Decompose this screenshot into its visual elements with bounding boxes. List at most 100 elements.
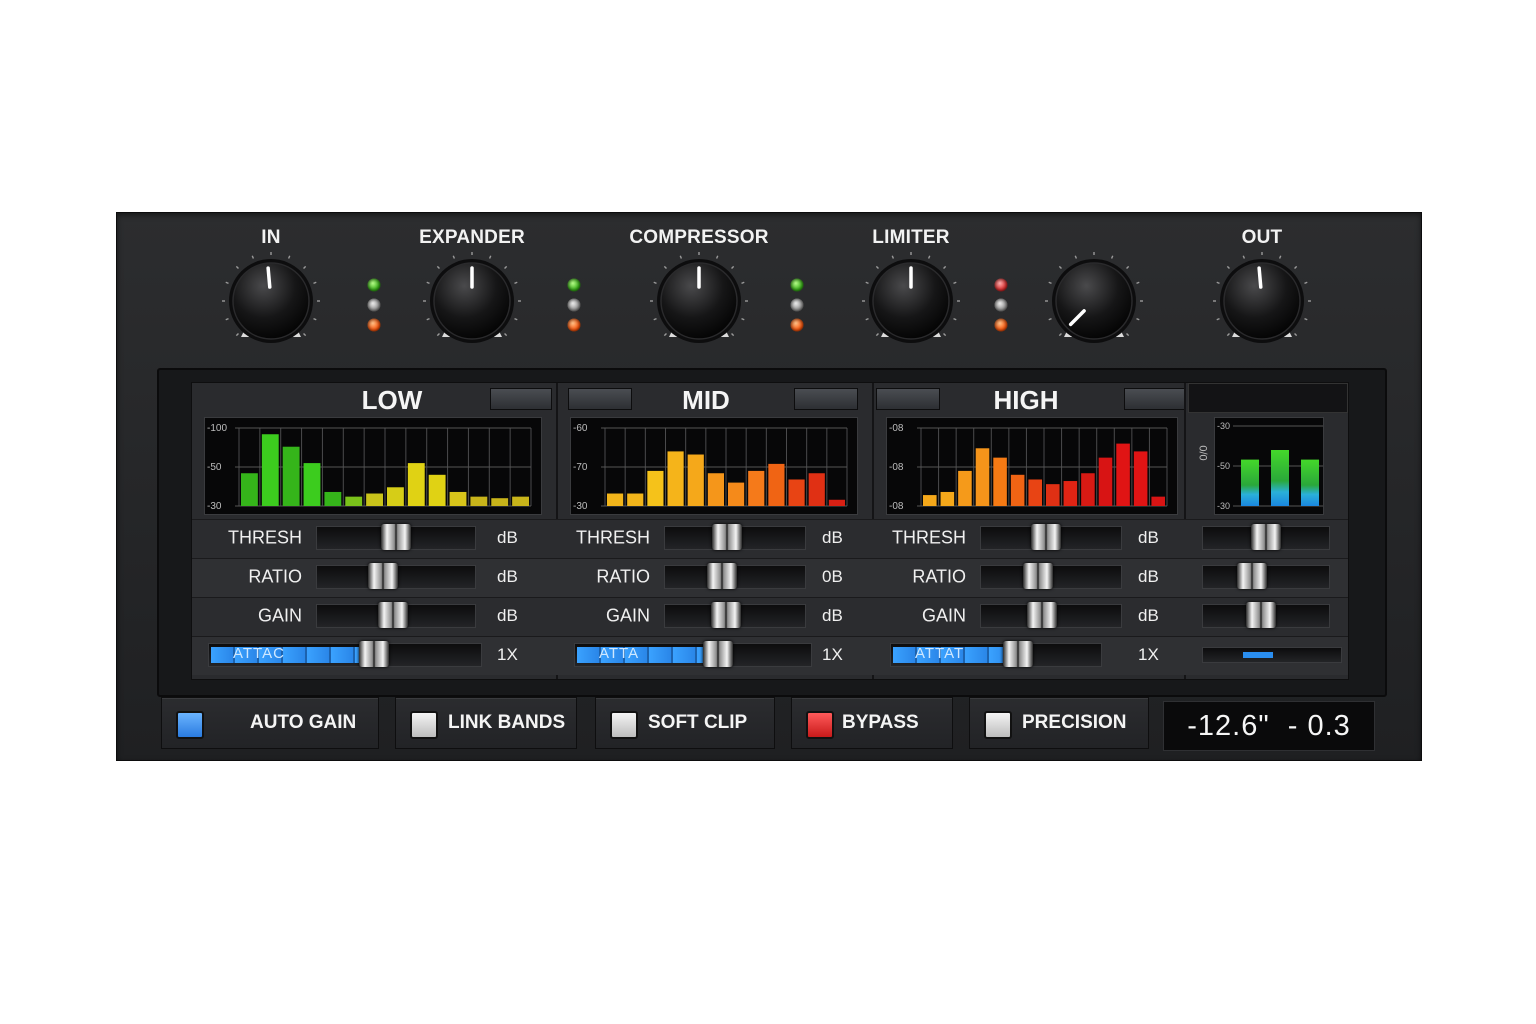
bypass-checkbox[interactable] bbox=[806, 711, 834, 739]
param-label-gain: GAIN bbox=[257, 605, 302, 626]
out-attack-slider[interactable] bbox=[1202, 647, 1342, 663]
meter-bar bbox=[1098, 457, 1113, 506]
status-led bbox=[790, 278, 804, 292]
gain-slider[interactable] bbox=[316, 602, 476, 628]
meter-scale-label: -08 bbox=[889, 501, 904, 512]
slider-thumb[interactable] bbox=[1023, 563, 1053, 589]
thresh-slider[interactable] bbox=[316, 524, 476, 550]
auto-gain-toggle[interactable]: AUTO GAIN bbox=[161, 697, 379, 749]
bypass-toggle[interactable]: BYPASS bbox=[791, 697, 953, 749]
output-meter-bar bbox=[1271, 450, 1289, 506]
meter-scale-label: -30 bbox=[1217, 501, 1230, 511]
meter-bar bbox=[387, 487, 404, 506]
bypass-label: BYPASS bbox=[842, 712, 919, 733]
param-unit: dB bbox=[1138, 528, 1159, 547]
ratio-slider[interactable] bbox=[664, 563, 806, 589]
precision-toggle[interactable]: PRECISION bbox=[969, 697, 1149, 749]
attack-label: ATTAC bbox=[233, 645, 285, 662]
ratio-slider[interactable] bbox=[980, 563, 1122, 589]
out-ratio-slider[interactable] bbox=[1202, 563, 1330, 589]
meter-scale-label: -30 bbox=[573, 501, 588, 512]
soft-clip-checkbox[interactable] bbox=[610, 711, 638, 739]
out-header bbox=[1188, 383, 1348, 413]
attack-slider[interactable]: ATTAC bbox=[208, 641, 482, 667]
band-header-bar bbox=[1124, 388, 1186, 410]
meter-bar bbox=[1116, 443, 1130, 506]
out-attack-fill bbox=[1243, 652, 1273, 658]
slider-thumb[interactable] bbox=[712, 524, 742, 550]
status-led bbox=[367, 298, 381, 312]
thresh-slider[interactable] bbox=[664, 524, 806, 550]
slider-thumb[interactable] bbox=[1027, 602, 1057, 628]
meter-bar bbox=[748, 470, 765, 506]
slider-thumb[interactable] bbox=[711, 602, 741, 628]
slider-thumb[interactable] bbox=[359, 641, 389, 667]
out-gain-slider[interactable] bbox=[1202, 602, 1330, 628]
param-label-gain: GAIN bbox=[921, 605, 966, 626]
auto-gain-checkbox[interactable] bbox=[176, 711, 204, 739]
meter-scale-label: -70 bbox=[573, 462, 588, 473]
meter-bar bbox=[627, 493, 644, 506]
param-unit: 1X bbox=[1138, 645, 1159, 664]
slider-thumb[interactable] bbox=[368, 563, 398, 589]
slider-thumb[interactable] bbox=[1251, 524, 1281, 550]
slider-thumb[interactable] bbox=[1003, 641, 1033, 667]
meter-bar bbox=[512, 496, 529, 506]
band-title-mid: MID bbox=[682, 385, 730, 415]
gain-slider[interactable] bbox=[664, 602, 806, 628]
output-meter-bar bbox=[1301, 459, 1319, 506]
out-knob[interactable] bbox=[1212, 251, 1312, 351]
meter-bar bbox=[428, 474, 446, 506]
attack-label: ATTA bbox=[599, 645, 640, 662]
meter-bar bbox=[828, 499, 845, 506]
slider-thumb[interactable] bbox=[381, 524, 411, 550]
attack-slider[interactable]: ATTA bbox=[574, 641, 812, 667]
link-bands-checkbox[interactable] bbox=[410, 711, 438, 739]
in-knob[interactable] bbox=[221, 251, 321, 351]
meter-bar bbox=[1063, 481, 1078, 506]
out-thresh-slider[interactable] bbox=[1202, 524, 1330, 550]
precision-checkbox[interactable] bbox=[984, 711, 1012, 739]
band-title-high: HIGH bbox=[993, 385, 1059, 415]
band-grid: LOW MID HIGH -100 -50 -30 -60 -70 -30 -08 -08… bbox=[191, 382, 1349, 680]
link-bands-toggle[interactable]: LINK BANDS bbox=[395, 697, 577, 749]
meter-bar bbox=[1151, 496, 1165, 506]
meter-scale-label: -30 bbox=[1217, 421, 1230, 431]
soft-clip-toggle[interactable]: SOFT CLIP bbox=[595, 697, 775, 749]
slider-thumb[interactable] bbox=[1246, 602, 1276, 628]
attack-slider[interactable]: ATTAT bbox=[890, 641, 1102, 667]
param-unit: 1X bbox=[822, 645, 843, 664]
meter-bar bbox=[707, 473, 724, 506]
param-label-ratio: RATIO bbox=[596, 566, 650, 587]
gain-slider[interactable] bbox=[980, 602, 1122, 628]
param-label-thresh: THRESH bbox=[891, 527, 966, 548]
meter-bar bbox=[366, 493, 383, 506]
slider-thumb[interactable] bbox=[1237, 563, 1267, 589]
auto-gain-label: AUTO GAIN bbox=[250, 712, 357, 733]
slider-thumb[interactable] bbox=[703, 641, 733, 667]
slider-thumb[interactable] bbox=[707, 563, 737, 589]
meter-bar bbox=[958, 470, 972, 506]
meter-scale-label: -08 bbox=[889, 423, 904, 434]
meter-bar bbox=[647, 470, 664, 506]
meter-bar bbox=[788, 479, 805, 506]
band-title-low: LOW bbox=[361, 385, 423, 415]
limiter-knob[interactable] bbox=[861, 251, 961, 351]
slider-thumb[interactable] bbox=[1031, 524, 1061, 550]
meter-bar bbox=[667, 451, 684, 506]
status-led bbox=[567, 278, 581, 292]
ratio-slider[interactable] bbox=[316, 563, 476, 589]
slider-thumb[interactable] bbox=[378, 602, 408, 628]
thresh-slider[interactable] bbox=[980, 524, 1122, 550]
status-led bbox=[567, 298, 581, 312]
param-unit: dB bbox=[497, 606, 518, 625]
param-label-ratio: RATIO bbox=[912, 566, 966, 587]
soft-clip-label: SOFT CLIP bbox=[648, 712, 748, 733]
meter-bar bbox=[923, 495, 937, 506]
meter-bar bbox=[491, 498, 509, 506]
release-knob[interactable] bbox=[1044, 251, 1144, 351]
compressor-knob[interactable] bbox=[649, 251, 749, 351]
expander-knob[interactable] bbox=[422, 251, 522, 351]
band-header-bar bbox=[794, 388, 858, 410]
mid-band-meter: -60 -70 -30 bbox=[570, 417, 858, 515]
